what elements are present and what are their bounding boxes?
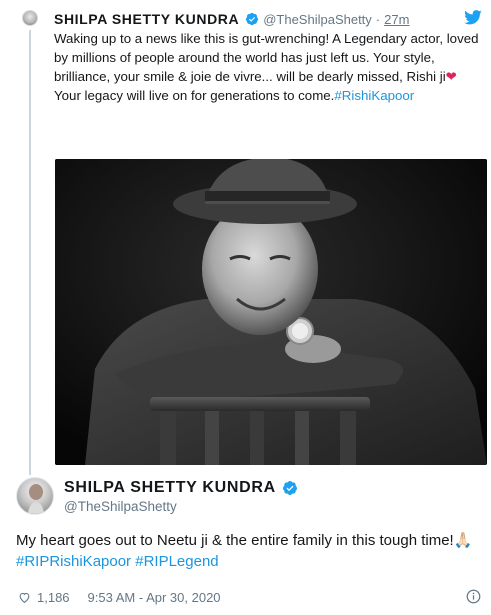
quoted-tweet[interactable]: SHILPA SHETTY KUNDRA @TheShilpaShetty · … xyxy=(14,10,487,475)
hashtag-link-rishikapoor[interactable]: #RishiKapoor xyxy=(334,88,414,103)
author-name[interactable]: SHILPA SHETTY KUNDRA xyxy=(64,479,276,497)
verified-badge-icon xyxy=(282,481,297,495)
hashtag-link-ripishikapoor[interactable]: #RIPRishiKapoor xyxy=(16,553,131,570)
tweet-text-body: My heart goes out to Neetu ji & the enti… xyxy=(16,532,454,549)
quoted-author-handle[interactable]: @TheShilpaShetty xyxy=(263,12,372,27)
twitter-bird-icon[interactable] xyxy=(464,10,482,25)
quoted-text-body: Waking up to a news like this is gut-wre… xyxy=(54,31,479,84)
photo-illustration xyxy=(55,159,487,465)
verified-badge-icon xyxy=(246,12,259,26)
quoted-timestamp-link[interactable]: 27m xyxy=(384,12,409,27)
header-separator: · xyxy=(375,11,381,27)
like-count[interactable]: 1,186 xyxy=(37,590,70,605)
quoted-tweet-text: Waking up to a news like this is gut-wre… xyxy=(54,29,486,105)
author-handle[interactable]: @TheShilpaShetty xyxy=(64,499,177,514)
author-avatar[interactable] xyxy=(16,477,54,515)
tweet-timestamp[interactable]: 9:53 AM - Apr 30, 2020 xyxy=(88,590,221,605)
quoted-avatar[interactable] xyxy=(22,10,38,26)
red-heart-emoji: ❤ xyxy=(445,69,457,84)
thread-connector-line xyxy=(29,30,31,475)
quoted-tweet-header: SHILPA SHETTY KUNDRA @TheShilpaShetty · … xyxy=(54,10,409,28)
quoted-author-name[interactable]: SHILPA SHETTY KUNDRA xyxy=(54,11,239,27)
info-icon[interactable] xyxy=(466,589,481,604)
avatar-image xyxy=(27,484,45,514)
tweet-photo[interactable] xyxy=(55,159,487,465)
author-name-row: SHILPA SHETTY KUNDRA xyxy=(64,479,298,497)
heart-like-icon[interactable] xyxy=(18,591,31,604)
hashtag-link-riplegend[interactable]: #RIPLegend xyxy=(135,553,218,570)
quoted-text-continuation: Your legacy will live on for generations… xyxy=(54,88,335,103)
folded-hands-emoji: 🙏🏻 xyxy=(453,532,473,549)
tweet-text: My heart goes out to Neetu ji & the enti… xyxy=(16,530,478,572)
tweet-footer: 1,186 9:53 AM - Apr 30, 2020 xyxy=(18,590,221,605)
